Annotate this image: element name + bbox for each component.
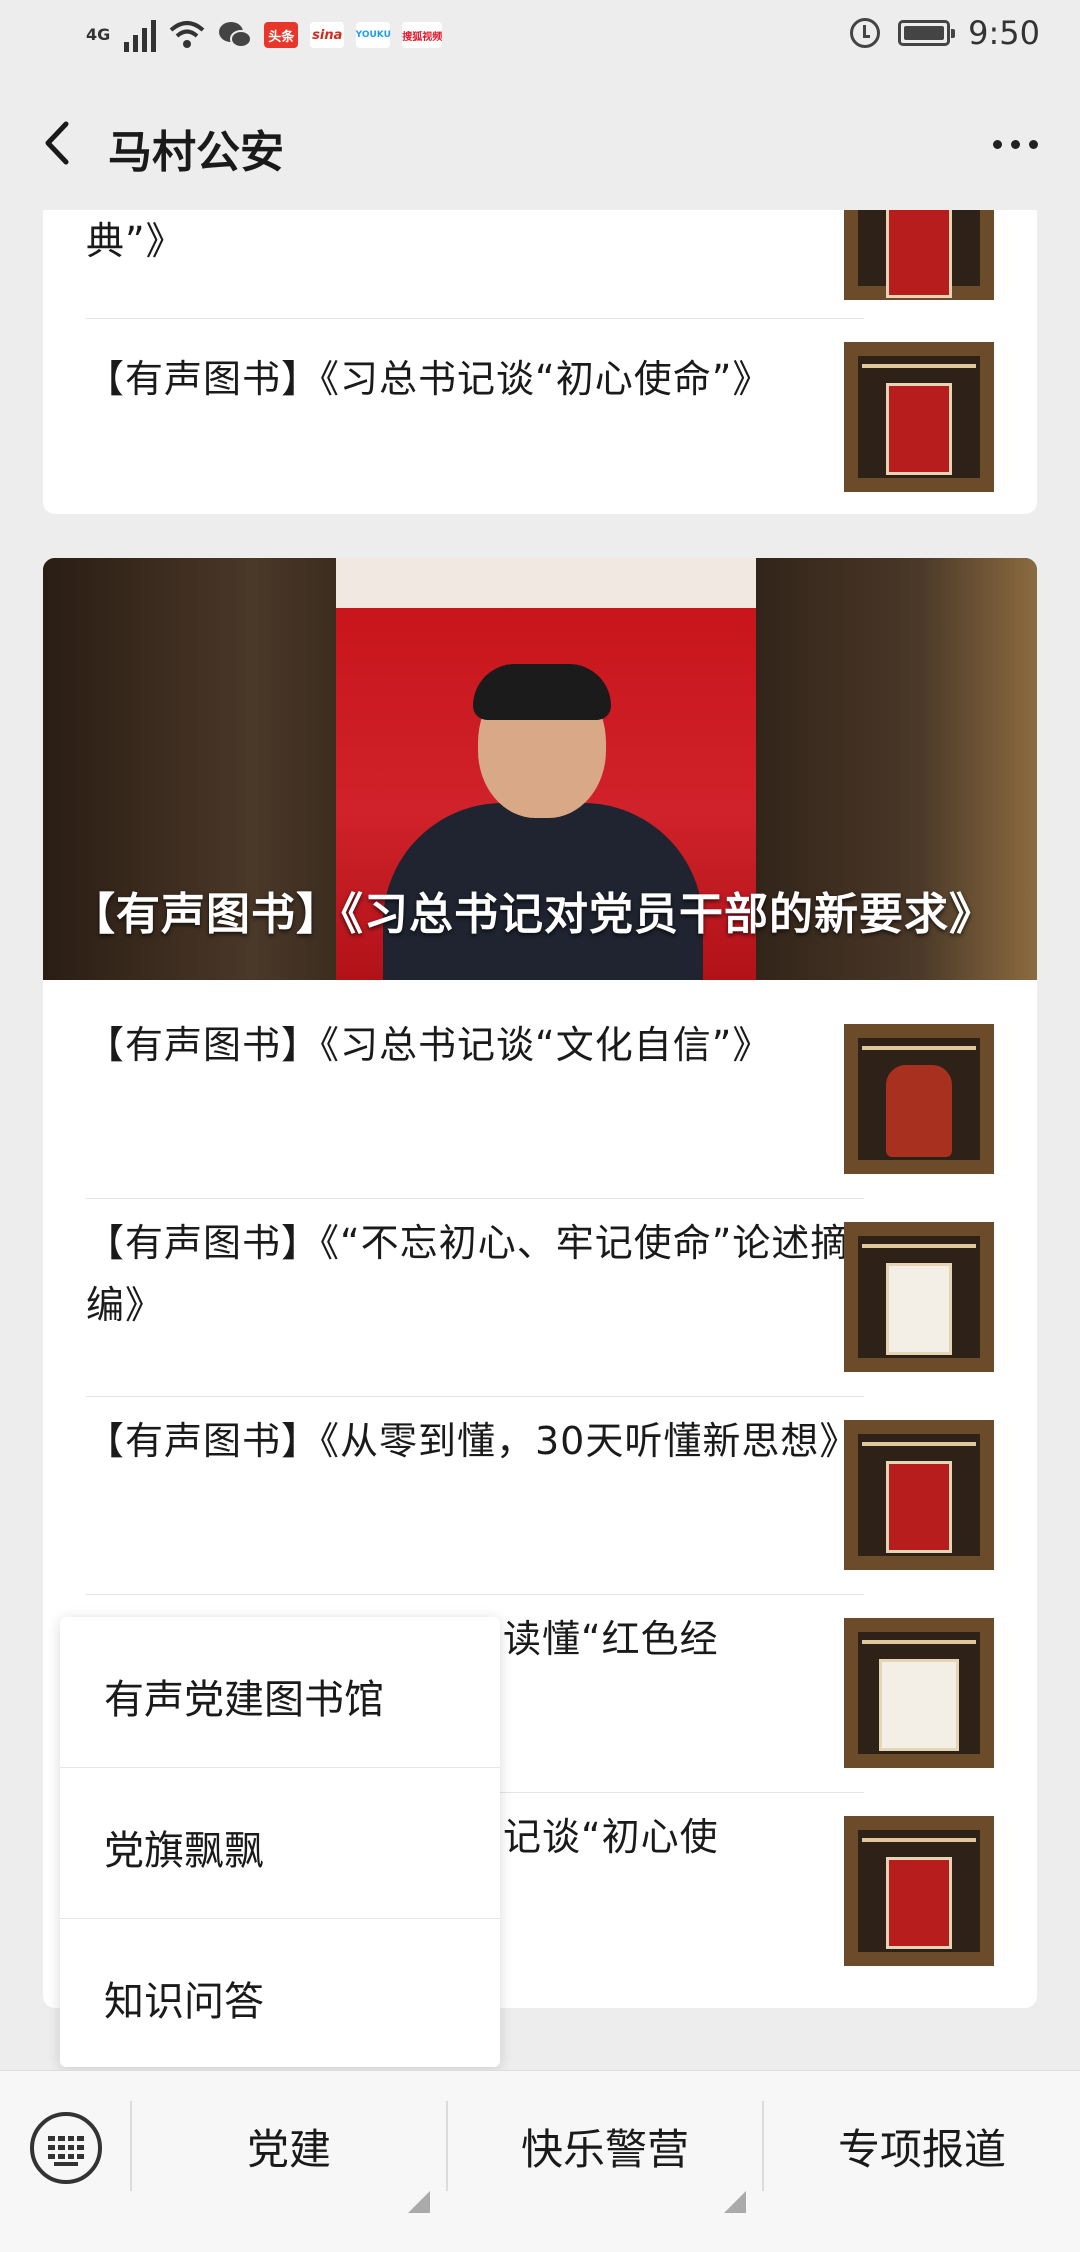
tab-label: 专项报道 <box>837 2124 1006 2174</box>
divider <box>86 318 864 319</box>
battery-icon <box>898 20 956 46</box>
keyboard-icon[interactable] <box>30 2112 102 2184</box>
menu-item-label: 有声党建图书馆 <box>104 1677 384 1723</box>
wifi-icon <box>169 21 205 48</box>
status-left: 4G 头条 sina YOUKU 搜狐视频 <box>86 18 443 52</box>
list-item-title: 读懂“红色经 <box>503 1617 719 1661</box>
tab-label: 快乐警营 <box>520 2124 689 2174</box>
thumbnail-image <box>844 210 994 300</box>
thumbnail-image <box>844 1618 994 1768</box>
submenu-indicator-icon <box>408 2191 430 2213</box>
youku-app-icon: YOUKU <box>356 22 391 48</box>
status-time: 9:50 <box>968 14 1040 52</box>
list-item-title: 【有声图书】《习总书记谈“初心使命”》 <box>86 357 772 401</box>
toutiao-app-icon: 头条 <box>264 22 299 48</box>
bottom-menu-bar: 党建 快乐警营 专项报道 <box>0 2070 1080 2252</box>
menu-item-audio-library[interactable]: 有声党建图书馆 <box>60 1617 500 1767</box>
more-dots-icon[interactable] <box>993 140 1038 149</box>
tab-special-reports[interactable]: 专项报道 <box>764 2071 1080 2221</box>
tab-label: 党建 <box>246 2124 331 2174</box>
popup-menu: 有声党建图书馆 党旗飘飘 知识问答 <box>60 1617 500 2067</box>
nav-bar: 马村公安 <box>0 78 1080 210</box>
list-item-title: 【有声图书】《习总书记谈“文化自信”》 <box>86 1023 772 1067</box>
menu-item-label: 知识问答 <box>104 1979 264 2025</box>
list-item-title: 【有声图书】《从零到懂，30天听懂新思想》 <box>86 1419 859 1463</box>
list-item-title: 记谈“初心使 <box>503 1815 719 1859</box>
menu-item-label: 党旗飘飘 <box>104 1828 264 1874</box>
list-item[interactable]: 【有声图书】《“不忘初心、牢记使命”论述摘编》 <box>86 1212 864 1336</box>
wechat-icon <box>219 22 253 48</box>
list-item[interactable]: 记谈“初心使 <box>503 1806 863 1868</box>
thumbnail-image <box>844 1024 994 1174</box>
status-bar: 4G 头条 sina YOUKU 搜狐视频 9:50 <box>0 0 1080 78</box>
banner-article[interactable]: 【有声图书】《习总书记对党员干部的新要求》 <box>43 558 1037 980</box>
list-item-title: 典”》 <box>86 219 185 263</box>
signal-icon <box>124 18 157 52</box>
page-title: 马村公安 <box>108 127 284 178</box>
tab-party-building[interactable]: 党建 <box>132 2071 446 2221</box>
thumbnail-image <box>844 1816 994 1966</box>
menu-item-quiz[interactable]: 知识问答 <box>60 1919 500 2069</box>
sohu-video-app-icon: 搜狐视频 <box>402 22 443 48</box>
list-item-title: 【有声图书】《“不忘初心、牢记使命”论述摘编》 <box>86 1221 850 1327</box>
banner-caption: 【有声图书】《习总书记对党员干部的新要求》 <box>71 889 994 940</box>
back-icon[interactable] <box>36 120 82 166</box>
tab-happy-police-camp[interactable]: 快乐警营 <box>448 2071 762 2221</box>
alarm-icon <box>850 18 881 48</box>
thumbnail-image <box>844 342 994 492</box>
list-item[interactable]: 【有声图书】《习总书记谈“文化自信”》 <box>86 1014 864 1076</box>
thumbnail-image <box>844 1222 994 1372</box>
divider <box>86 1198 864 1199</box>
thumbnail-image <box>844 1420 994 1570</box>
network-type: 4G <box>86 25 111 44</box>
sina-app-icon: sina <box>310 22 345 48</box>
status-right: 9:50 <box>850 14 1040 52</box>
article-card: 典”》 【有声图书】《习总书记谈“初心使命”》 <box>43 210 1037 514</box>
list-item[interactable]: 典”》 <box>86 210 864 272</box>
submenu-indicator-icon <box>724 2191 746 2213</box>
menu-item-party-flag[interactable]: 党旗飘飘 <box>60 1768 500 1918</box>
divider <box>86 1396 864 1397</box>
list-item[interactable]: 【有声图书】《习总书记谈“初心使命”》 <box>86 348 864 410</box>
list-item[interactable]: 【有声图书】《从零到懂，30天听懂新思想》 <box>86 1410 864 1472</box>
divider <box>86 1594 864 1595</box>
list-item[interactable]: 读懂“红色经 <box>503 1608 863 1670</box>
